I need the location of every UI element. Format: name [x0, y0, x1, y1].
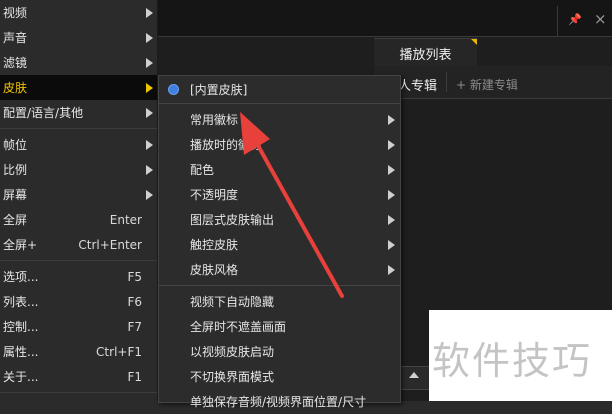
- skin-submenu-item-label: 不切换界面模式: [190, 370, 275, 384]
- pin-icon[interactable]: 📌: [568, 13, 582, 26]
- main-menu-item-7[interactable]: 屏幕: [0, 182, 157, 207]
- skin-submenu-item-4[interactable]: 不透明度: [159, 182, 400, 207]
- radio-selected-icon: [168, 84, 179, 95]
- skin-submenu-item-label: 单独保存音频/视频界面位置/尺寸: [190, 395, 367, 409]
- menu-separator: [0, 260, 157, 261]
- main-menu-item-label: 属性...: [3, 345, 39, 359]
- skin-submenu-item-12[interactable]: 单独保存音频/视频界面位置/尺寸: [159, 389, 400, 414]
- submenu-arrow-icon: [388, 165, 395, 175]
- up-arrow-icon[interactable]: [409, 372, 419, 378]
- main-menu-item-8[interactable]: 全屏 Enter: [0, 207, 157, 232]
- watermark: 软件技巧: [432, 339, 593, 383]
- main-menu-item-label: 列表...: [3, 295, 39, 309]
- main-menu-item-3[interactable]: 皮肤: [0, 75, 157, 100]
- main-menu-item-6[interactable]: 比例: [0, 157, 157, 182]
- menu-separator: [159, 103, 400, 104]
- skin-submenu-item-10[interactable]: 以视频皮肤启动: [159, 339, 400, 364]
- main-menu-item-label: 全屏: [3, 213, 28, 227]
- menu-separator: [0, 128, 157, 129]
- subtab-divider: [446, 72, 447, 92]
- skin-submenu-item-11[interactable]: 不切换界面模式: [159, 364, 400, 389]
- submenu-arrow-icon: [146, 108, 153, 118]
- main-menu-item-label: 皮肤: [3, 81, 28, 95]
- skin-submenu-item-1[interactable]: 常用徽标: [159, 107, 400, 132]
- submenu-arrow-icon: [146, 140, 153, 150]
- main-menu-item-label: 配置/语言/其他: [3, 106, 84, 120]
- submenu-arrow-icon: [146, 33, 153, 43]
- tab-playlist[interactable]: 播放列表: [374, 38, 477, 67]
- shortcut-label: F6: [127, 294, 142, 309]
- main-menu-item-4[interactable]: 配置/语言/其他: [0, 100, 157, 125]
- main-menu-item-14[interactable]: 关于... F1: [0, 364, 157, 389]
- skin-submenu-item-7[interactable]: 皮肤风格: [159, 257, 400, 282]
- shortcut-label: F5: [127, 269, 142, 284]
- skin-submenu-item-label: 常用徽标: [190, 113, 239, 127]
- submenu-arrow-icon: [388, 240, 395, 250]
- skin-submenu-item-6[interactable]: 触控皮肤: [159, 232, 400, 257]
- tab-playlist-label: 播放列表: [399, 47, 452, 63]
- main-menu-item-2[interactable]: 滤镜: [0, 50, 157, 75]
- skin-submenu-item-label: 皮肤风格: [190, 263, 239, 277]
- submenu-arrow-icon: [146, 165, 153, 175]
- submenu-arrow-icon: [388, 265, 395, 275]
- shortcut-label: F7: [127, 319, 142, 334]
- main-menu-item-9[interactable]: 全屏+ Ctrl+Enter: [0, 232, 157, 257]
- new-album-button[interactable]: + 新建专辑: [456, 76, 518, 93]
- tab-corner-mark: [471, 39, 477, 45]
- main-menu-item-label: 比例: [3, 163, 28, 177]
- submenu-arrow-icon: [388, 115, 395, 125]
- close-icon[interactable]: ×: [594, 10, 607, 28]
- submenu-arrow-icon: [146, 83, 153, 93]
- submenu-arrow-icon: [146, 190, 153, 200]
- main-menu-item-5[interactable]: 帧位: [0, 132, 157, 157]
- main-menu-item-label: 滤镜: [3, 56, 28, 70]
- main-menu-item-label: 帧位: [3, 138, 28, 152]
- main-menu-item-11[interactable]: 列表... F6: [0, 289, 157, 314]
- skin-submenu-item-label: 不透明度: [190, 188, 239, 202]
- skin-submenu-item-label: 触控皮肤: [190, 238, 239, 252]
- menu-separator: [0, 392, 157, 393]
- skin-submenu-item-label: 全屏时不遮盖画面: [190, 320, 287, 334]
- submenu-arrow-icon: [146, 58, 153, 68]
- skin-submenu-item-2[interactable]: 播放时的徽标: [159, 132, 400, 157]
- skin-submenu-item-3[interactable]: 配色: [159, 157, 400, 182]
- skin-submenu-item-8[interactable]: 视频下自动隐藏: [159, 289, 400, 314]
- context-menu: 视频声音滤镜皮肤配置/语言/其他 帧位比例屏幕全屏 Enter 全屏+ Ctrl+Ent…: [0, 0, 158, 401]
- subtab-album[interactable]: 人专辑: [398, 75, 437, 94]
- skin-submenu-item-label: 播放时的徽标: [190, 138, 263, 152]
- main-menu-item-label: 控制...: [3, 320, 39, 334]
- shortcut-label: Ctrl+F1: [96, 344, 142, 359]
- main-menu-item-label: 选项...: [3, 270, 39, 284]
- skin-submenu-item-9[interactable]: 全屏时不遮盖画面: [159, 314, 400, 339]
- player-title-bar: [157, 0, 612, 37]
- submenu-arrow-icon: [388, 215, 395, 225]
- main-menu-item-10[interactable]: 选项... F5: [0, 264, 157, 289]
- main-menu-item-1[interactable]: 声音: [0, 25, 157, 50]
- menu-separator: [159, 285, 400, 286]
- skin-submenu: [内置皮肤] 常用徽标播放时的徽标 配色不透明度图层式皮肤输出 触控皮肤皮肤风格视频下…: [158, 75, 401, 409]
- main-menu-item-label: 屏幕: [3, 188, 28, 202]
- skin-submenu-item-label: [内置皮肤]: [190, 83, 248, 97]
- skin-submenu-item-label: 配色: [190, 163, 215, 177]
- submenu-arrow-icon: [388, 190, 395, 200]
- main-menu-item-label: 视频: [3, 6, 28, 20]
- shortcut-label: Ctrl+Enter: [78, 237, 142, 252]
- main-menu-item-label: 关于...: [3, 370, 39, 384]
- main-menu-item-label: 全屏+: [3, 238, 38, 252]
- skin-submenu-item-label: 图层式皮肤输出: [190, 213, 275, 227]
- main-menu-item-0[interactable]: 视频: [0, 0, 157, 25]
- shortcut-label: Enter: [109, 212, 142, 227]
- skin-submenu-item-5[interactable]: 图层式皮肤输出: [159, 207, 400, 232]
- skin-submenu-item-label: 视频下自动隐藏: [190, 295, 275, 309]
- main-menu-item-label: 声音: [3, 31, 28, 45]
- submenu-arrow-icon: [146, 8, 153, 18]
- shortcut-label: F1: [127, 369, 142, 384]
- skin-submenu-item-label: 以视频皮肤启动: [190, 345, 275, 359]
- submenu-arrow-icon: [388, 140, 395, 150]
- main-menu-item-12[interactable]: 控制... F7: [0, 314, 157, 339]
- skin-submenu-item-0[interactable]: [内置皮肤]: [159, 77, 400, 102]
- main-menu-item-13[interactable]: 属性... Ctrl+F1: [0, 339, 157, 364]
